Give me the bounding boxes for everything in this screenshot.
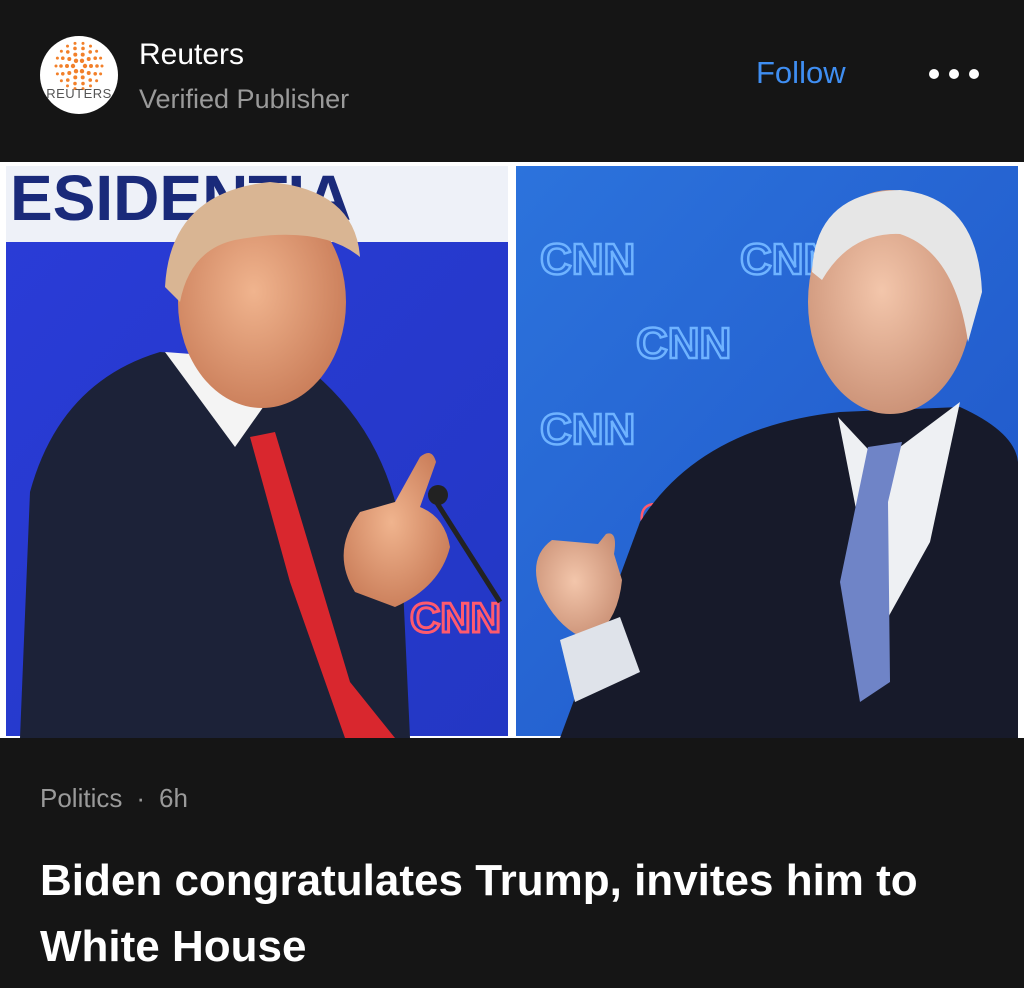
logo-dot xyxy=(89,44,92,48)
logo-dot xyxy=(73,52,78,57)
logo-dot xyxy=(60,56,65,60)
article-image[interactable]: ESIDENTIA CNN CNN CNN CNN CNN xyxy=(0,162,1024,738)
logo-dot xyxy=(99,72,103,76)
right-cnn-watermark-1: CNN xyxy=(540,235,635,284)
logo-dot xyxy=(95,79,99,83)
logo-dot xyxy=(89,64,93,68)
article-headline[interactable]: Biden congratulates Trump, invites him t… xyxy=(40,848,990,980)
logo-dot xyxy=(70,63,76,69)
logo-dot xyxy=(99,56,103,60)
logo-dot xyxy=(60,72,65,76)
category-label[interactable]: Politics xyxy=(40,783,122,813)
logo-dot xyxy=(67,71,72,76)
logo-dot xyxy=(59,79,63,83)
publisher-name[interactable]: Reuters xyxy=(139,38,244,72)
more-dot xyxy=(949,69,959,79)
logo-dot xyxy=(81,81,85,86)
left-panel: ESIDENTIA CNN xyxy=(6,162,508,738)
logo-dot xyxy=(73,58,79,64)
logo-dot xyxy=(95,49,99,53)
logo-dot xyxy=(65,50,70,54)
logo-text: REUTERS xyxy=(46,86,112,101)
publisher-header: REUTERS Reuters Verified Publisher Follo… xyxy=(0,0,1024,162)
article-meta: Politics · 6h xyxy=(40,783,188,814)
debate-photo: ESIDENTIA CNN CNN CNN CNN CNN xyxy=(6,162,1018,738)
logo-dot xyxy=(80,52,85,57)
logo-dot xyxy=(73,41,77,45)
logo-dot xyxy=(67,56,72,61)
logo-dot xyxy=(59,49,63,53)
follow-button[interactable]: Follow xyxy=(756,55,846,91)
logo-dot xyxy=(80,75,85,80)
logo-dot xyxy=(86,71,91,76)
logo-dot xyxy=(65,64,69,68)
logo-dot xyxy=(59,64,63,68)
logo-dot xyxy=(55,72,59,76)
logo-dot xyxy=(81,41,85,45)
logo-dot xyxy=(65,78,70,82)
right-cnn-watermark-4: CNN xyxy=(540,405,635,454)
more-horizontal-icon[interactable] xyxy=(926,58,982,90)
logo-dot xyxy=(86,56,91,61)
more-dot xyxy=(969,69,979,79)
logo-dot xyxy=(100,64,104,68)
right-cnn-watermark-3: CNN xyxy=(636,319,731,368)
logo-dot xyxy=(95,64,99,68)
left-cnn-watermark: CNN xyxy=(410,594,501,641)
logo-dot xyxy=(73,68,79,74)
logo-dot xyxy=(66,44,69,48)
reuters-logo-icon xyxy=(54,41,104,91)
logo-dot xyxy=(93,72,98,76)
logo-dot xyxy=(81,46,85,51)
more-dot xyxy=(929,69,939,79)
logo-dot xyxy=(73,75,78,80)
logo-dot xyxy=(73,46,77,51)
news-card[interactable]: REUTERS Reuters Verified Publisher Follo… xyxy=(0,0,1024,988)
timestamp: 6h xyxy=(159,783,188,813)
publisher-subtitle: Verified Publisher xyxy=(139,84,350,114)
meta-separator: · xyxy=(136,783,146,813)
logo-dot xyxy=(88,50,93,54)
publisher-avatar[interactable]: REUTERS xyxy=(40,36,118,114)
logo-dot xyxy=(82,63,88,69)
logo-dot xyxy=(54,64,58,68)
logo-dot xyxy=(79,58,85,64)
logo-dot xyxy=(55,56,59,60)
logo-dot xyxy=(79,68,85,74)
right-panel: CNN CNN CNN CNN CN xyxy=(516,166,1018,738)
logo-dot xyxy=(93,56,98,60)
logo-dot xyxy=(73,81,77,86)
logo-dot xyxy=(88,78,93,82)
